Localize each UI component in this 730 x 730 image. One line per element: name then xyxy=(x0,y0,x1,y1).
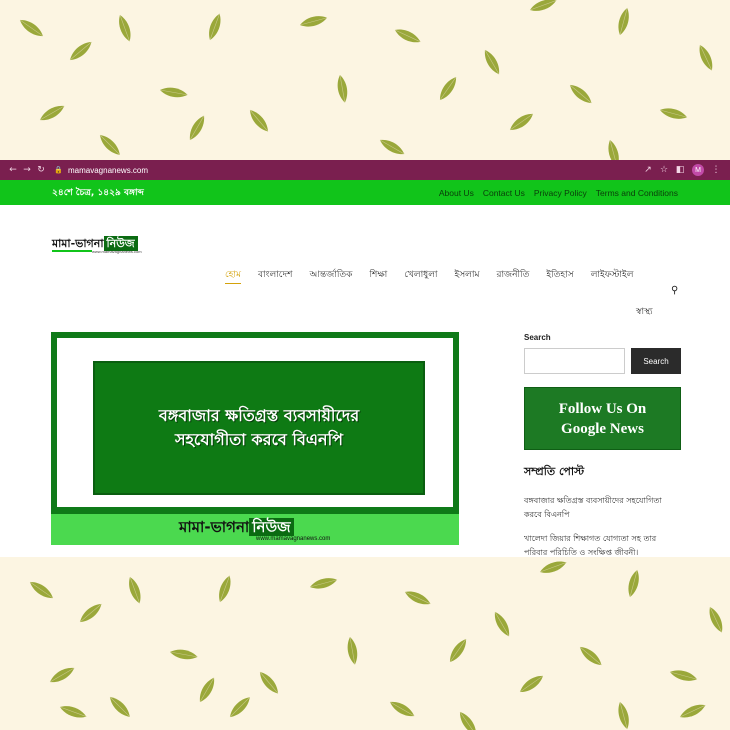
recent-post-link[interactable]: খালেদা জিয়ার শিক্ষাগত যোগ্যতা সহ তার পর… xyxy=(524,532,681,557)
lock-icon[interactable]: 🔒 xyxy=(54,166,64,174)
main-navigation: হোম বাংলাদেশ আন্তর্জাতিক শিক্ষা খেলাধুলা… xyxy=(225,267,665,319)
nav-politics[interactable]: রাজনীতি xyxy=(497,267,530,284)
follow-line-2: Google News xyxy=(561,420,644,437)
browser-window: ← → ↻ 🔒 mamavagnanews.com ↗ ☆ ◧ M ⋮ ২৪শে… xyxy=(0,160,730,557)
image-frame: বঙ্গবাজার ক্ষতিগ্রস্ত ব্যবসায়ীদের সহযোগ… xyxy=(57,338,453,507)
search-icon[interactable]: ⚲ xyxy=(671,285,678,296)
search-input[interactable] xyxy=(524,348,625,374)
image-footer: মামা-ভাগনা নিউজ www.mamavagnanews.com xyxy=(51,514,459,545)
link-about-us[interactable]: About Us xyxy=(439,188,474,198)
leaf-pattern-bottom xyxy=(0,557,730,730)
nav-international[interactable]: আন্তর্জাতিক xyxy=(309,267,352,284)
recent-posts-title: সম্প্রতি পোস্ট xyxy=(524,465,585,478)
footer-url: www.mamavagnanews.com xyxy=(256,536,331,542)
site-logo[interactable]: মামা-ভাগনা নিউজ www.mamavagnanews.com xyxy=(52,235,147,257)
link-privacy-policy[interactable]: Privacy Policy xyxy=(534,188,587,198)
site-header: মামা-ভাগনা নিউজ www.mamavagnanews.com হোম… xyxy=(0,205,730,325)
nav-sports[interactable]: খেলাধুলা xyxy=(404,267,437,284)
headline-line-2: সহযোগীতা করবে বিএনপি xyxy=(174,430,344,449)
footer-brand-news: নিউজ xyxy=(249,518,294,536)
nav-health[interactable]: স্বাস্থ্য xyxy=(636,307,653,317)
sidebar: Search Search Follow Us On Google News স… xyxy=(524,325,681,557)
address-bar[interactable]: mamavagnanews.com xyxy=(68,166,148,175)
share-icon[interactable]: ↗ xyxy=(640,165,656,175)
headline-line-1: বঙ্গবাজার ক্ষতিগ্রস্ত ব্যবসায়ীদের xyxy=(158,406,360,425)
profile-avatar[interactable]: M xyxy=(692,164,704,176)
menu-kebab-icon[interactable]: ⋮ xyxy=(708,165,724,175)
top-links: About Us Contact Us Privacy Policy Terms… xyxy=(439,188,678,198)
leaf-pattern-top xyxy=(0,0,730,160)
link-contact-us[interactable]: Contact Us xyxy=(483,188,525,198)
reload-icon[interactable]: ↻ xyxy=(34,165,48,175)
nav-lifestyle[interactable]: লাইফস্টাইল xyxy=(591,267,634,284)
nav-islam[interactable]: ইসলাম xyxy=(455,267,480,284)
logo-underline xyxy=(52,250,92,252)
forward-arrow-icon[interactable]: → xyxy=(20,165,34,175)
search-form: Search xyxy=(524,348,681,374)
nav-history[interactable]: ইতিহাস xyxy=(546,267,573,284)
recent-post-link[interactable]: বঙ্গবাজার ক্ষতিগ্রস্ত ব্যবসায়ীদের সহযোগ… xyxy=(524,494,681,522)
logo-site-url: www.mamavagnanews.com xyxy=(92,249,142,254)
search-label: Search xyxy=(524,333,551,342)
browser-toolbar: ← → ↻ 🔒 mamavagnanews.com ↗ ☆ ◧ M ⋮ xyxy=(0,160,730,180)
nav-bangladesh[interactable]: বাংলাদেশ xyxy=(258,267,292,284)
google-news-banner[interactable]: Follow Us On Google News xyxy=(524,387,681,450)
link-terms[interactable]: Terms and Conditions xyxy=(596,188,678,198)
nav-home[interactable]: হোম xyxy=(225,267,241,284)
footer-brand-main: মামা-ভাগনা xyxy=(179,518,250,536)
current-date: ২৪শে চৈত্র, ১৪২৯ বঙ্গাব্দ xyxy=(52,188,144,198)
follow-line-1: Follow Us On xyxy=(558,400,647,417)
back-arrow-icon[interactable]: ← xyxy=(6,165,20,175)
headline-banner: বঙ্গবাজার ক্ষতিগ্রস্ত ব্যবসায়ীদের সহযোগ… xyxy=(93,361,425,495)
top-info-bar: ২৪শে চৈত্র, ১৪২৯ বঙ্গাব্দ About Us Conta… xyxy=(0,180,730,205)
bookmark-star-icon[interactable]: ☆ xyxy=(656,165,672,175)
side-panel-icon[interactable]: ◧ xyxy=(672,165,688,175)
nav-education[interactable]: শিক্ষা xyxy=(369,267,387,284)
featured-post-image[interactable]: বঙ্গবাজার ক্ষতিগ্রস্ত ব্যবসায়ীদের সহযোগ… xyxy=(51,332,459,545)
main-content: বঙ্গবাজার ক্ষতিগ্রস্ত ব্যবসায়ীদের সহযোগ… xyxy=(0,325,730,557)
search-button[interactable]: Search xyxy=(631,348,681,374)
